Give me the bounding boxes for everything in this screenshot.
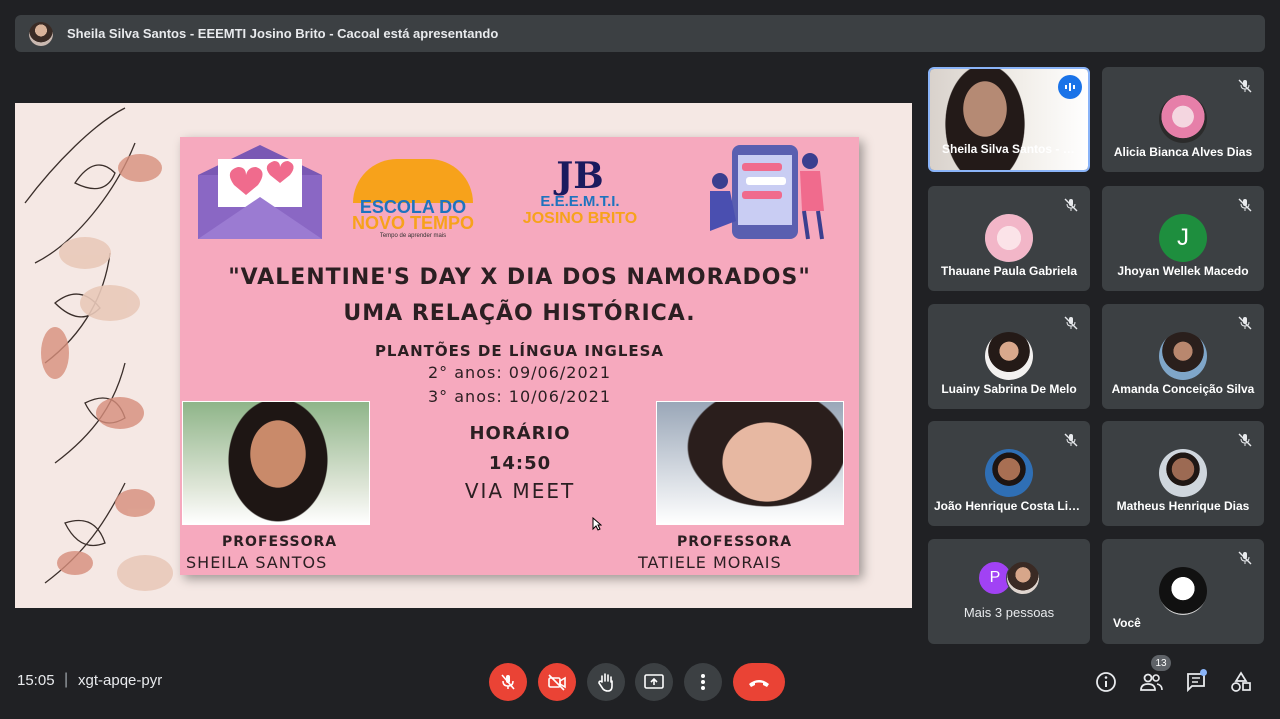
prof-right-name: TATIELE MORAIS — [638, 553, 782, 572]
participant-name: Amanda Conceição Silva — [1111, 382, 1255, 396]
mic-off-icon — [1238, 198, 1252, 212]
shared-screen: ESCOLA DO NOVO TEMPO Tempo de aprender m… — [15, 103, 912, 608]
participant-avatar — [1159, 332, 1207, 380]
presenting-text: Sheila Silva Santos - EEEMTI Josino Brit… — [67, 26, 499, 41]
participant-tile[interactable]: Luainy Sabrina De Melo — [928, 304, 1090, 409]
slide-title-line1: "VALENTINE'S DAY X DIA DOS NAMORADOS" — [228, 265, 811, 290]
participant-avatar — [1159, 449, 1207, 497]
participant-name: Luainy Sabrina De Melo — [941, 382, 1077, 396]
mic-off-icon — [1238, 433, 1252, 447]
present-screen-icon — [644, 674, 664, 689]
participant-tile[interactable]: Sheila Silva Santos - EEEMTI Josino Brit… — [928, 67, 1090, 172]
jb-logo-name: JOSINO BRITO — [522, 210, 638, 227]
logo-school-line2: NOVO TEMPO — [351, 213, 474, 233]
participant-avatar — [985, 332, 1033, 380]
raise-hand-icon — [598, 673, 613, 692]
jb-logo: JB E.E.E.M.T.I. JOSINO BRITO — [500, 155, 660, 235]
meeting-code: xgt-apqe-pyr — [78, 672, 163, 689]
jb-logo-acronym: E.E.E.M.T.I. — [540, 193, 620, 210]
mic-off-icon — [1064, 198, 1078, 212]
teacher-photo-left — [182, 401, 370, 525]
participant-avatar — [1159, 95, 1207, 143]
self-tile[interactable]: Você — [1102, 539, 1264, 644]
more-vertical-icon — [701, 674, 705, 690]
participant-name: Sheila Silva Santos - EEEMTI Josino Brit… — [942, 142, 1082, 156]
mic-off-icon — [1238, 79, 1252, 93]
prof-right-label: PROFESSORA — [677, 534, 793, 550]
hang-up-icon — [749, 680, 769, 687]
prof-left-label: PROFESSORA — [222, 534, 338, 550]
slide-horario-time: 14:50 — [488, 453, 552, 474]
prof-left-name: SHEILA SANTOS — [186, 553, 328, 572]
participant-initial-avatar: J — [1159, 214, 1207, 262]
speaking-indicator-icon — [1058, 75, 1082, 99]
slide-subtitle: PLANTÕES DE LÍNGUA INGLESA — [374, 342, 665, 360]
show-everyone-button[interactable] — [1138, 669, 1164, 695]
participant-name: Jhoyan Wellek Macedo — [1117, 264, 1249, 278]
more-participants-avatars: P — [978, 561, 1042, 595]
participant-tile[interactable]: Alicia Bianca Alves Dias — [1102, 67, 1264, 172]
participants-count-badge: 13 — [1151, 655, 1171, 671]
envelope-hearts-icon — [198, 145, 322, 239]
jb-logo-letters: JB — [556, 155, 604, 197]
leave-call-button[interactable] — [733, 663, 785, 701]
chat-unread-dot — [1200, 669, 1207, 676]
floral-decoration — [24, 107, 173, 591]
teacher-photo-right — [656, 401, 844, 525]
self-name: Você — [1113, 616, 1141, 630]
slide-via-meet: VIA MEET — [464, 479, 576, 503]
meeting-details-button[interactable] — [1093, 669, 1119, 695]
logo-school-tagline: Tempo de aprender mais — [379, 233, 447, 239]
more-participants-tile[interactable]: P Mais 3 pessoas — [928, 539, 1090, 644]
mic-off-icon — [1064, 316, 1078, 330]
participant-tile[interactable]: Thauane Paula Gabriela — [928, 186, 1090, 291]
toggle-mic-button[interactable] — [489, 663, 527, 701]
more-options-button[interactable] — [684, 663, 722, 701]
mic-off-icon — [1238, 316, 1252, 330]
participant-name: Alicia Bianca Alves Dias — [1113, 145, 1253, 159]
presenter-avatar — [29, 21, 53, 46]
more-participants-label: Mais 3 pessoas — [963, 605, 1055, 620]
activities-shapes-icon — [1231, 671, 1251, 692]
present-now-button[interactable] — [635, 663, 673, 701]
people-icon — [1140, 673, 1163, 691]
clock-separator: | — [64, 671, 69, 688]
participant-name: Matheus Henrique Dias — [1116, 499, 1250, 513]
slide-horario-label: HORÁRIO — [469, 423, 571, 444]
participant-tile[interactable]: João Henrique Costa Lima — [928, 421, 1090, 526]
mic-off-icon — [1238, 551, 1252, 565]
participant-tile[interactable]: J Jhoyan Wellek Macedo — [1102, 186, 1264, 291]
slide-title-line2: UMA RELAÇÃO HISTÓRICA. — [343, 301, 696, 326]
raise-hand-button[interactable] — [587, 663, 625, 701]
participant-name: Thauane Paula Gabriela — [940, 264, 1078, 278]
info-icon — [1096, 672, 1116, 692]
slide-poster: ESCOLA DO NOVO TEMPO Tempo de aprender m… — [180, 137, 859, 575]
camera-off-icon — [548, 674, 566, 691]
participant-avatar — [985, 214, 1033, 262]
participant-tile[interactable]: Matheus Henrique Dias — [1102, 421, 1264, 526]
activities-button[interactable] — [1228, 669, 1254, 695]
school-logo: ESCOLA DO NOVO TEMPO Tempo de aprender m… — [338, 157, 488, 239]
participant-name: João Henrique Costa Lima — [934, 499, 1084, 513]
participant-avatar — [1006, 561, 1040, 595]
participant-avatar — [985, 449, 1033, 497]
participant-tile[interactable]: Amanda Conceição Silva — [1102, 304, 1264, 409]
phone-chat-illustration-icon — [710, 145, 824, 240]
slide-date-2nd-years: 2° anos: 09/06/2021 — [427, 363, 612, 382]
meeting-clock: 15:05 — [17, 672, 55, 689]
self-avatar — [1159, 567, 1207, 615]
mic-off-icon — [501, 674, 515, 690]
presenting-banner: Sheila Silva Santos - EEEMTI Josino Brit… — [15, 15, 1265, 52]
mouse-cursor-icon — [592, 517, 602, 531]
mic-off-icon — [1064, 433, 1078, 447]
toggle-camera-button[interactable] — [538, 663, 576, 701]
